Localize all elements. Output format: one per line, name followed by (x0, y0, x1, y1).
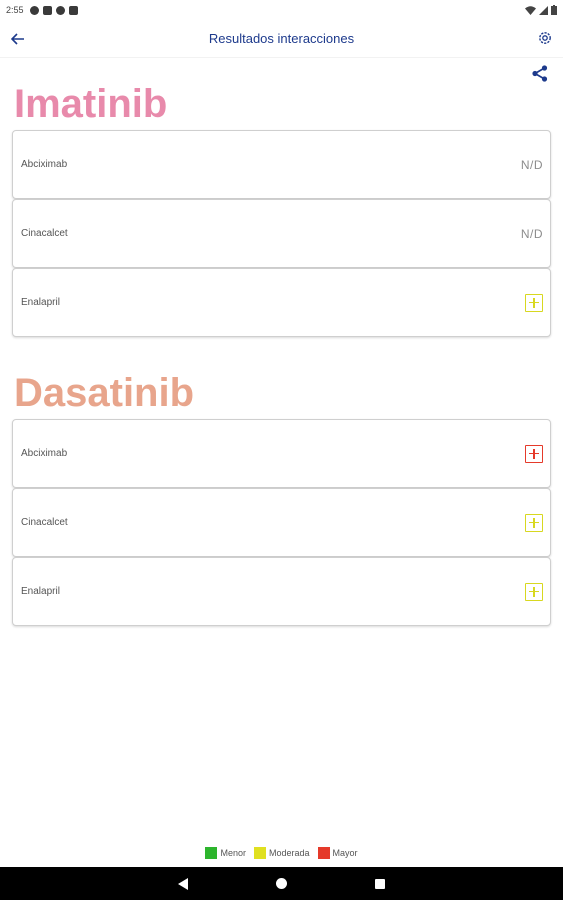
expand-plus-icon[interactable] (525, 444, 543, 463)
legend-item-moderada: Moderada (253, 847, 310, 859)
battery-icon (551, 5, 557, 15)
results-content: Imatinib Abciximab N/D Cinacalcet N/D En… (12, 78, 551, 656)
interaction-card[interactable]: Abciximab (12, 419, 551, 488)
back-button[interactable] (8, 29, 28, 49)
notification-a-icon (29, 5, 39, 15)
signal-icon (539, 5, 548, 15)
notification-c-icon (55, 5, 65, 15)
legend-item-menor: Menor (205, 847, 246, 859)
back-triangle-icon (178, 877, 188, 890)
legend-label: Moderada (268, 848, 310, 858)
interaction-card[interactable]: Enalapril (12, 557, 551, 626)
expand-plus-icon[interactable] (525, 513, 543, 532)
interaction-card[interactable]: Cinacalcet N/D (12, 199, 551, 268)
notification-b-icon (42, 5, 52, 15)
drug-group-dasatinib: Dasatinib Abciximab Cinacalcet Enalapril (12, 367, 551, 626)
legend-swatch (205, 847, 218, 859)
interaction-card[interactable]: Cinacalcet (12, 488, 551, 557)
interaction-name: Enalapril (21, 586, 60, 597)
legend-swatch (253, 847, 266, 859)
interaction-name: Cinacalcet (21, 228, 68, 239)
system-nav-bar (0, 867, 563, 900)
severity-legend: Menor Moderada Mayor (0, 845, 563, 861)
legend-label: Menor (220, 848, 246, 858)
legend-swatch (317, 847, 330, 859)
interaction-card[interactable]: Enalapril (12, 268, 551, 337)
nav-home-button[interactable] (272, 874, 292, 894)
drug-title: Dasatinib (14, 371, 195, 415)
sim-icon (68, 5, 78, 15)
gear-icon (539, 32, 551, 44)
legend-item-mayor: Mayor (317, 847, 358, 859)
drug-group-imatinib: Imatinib Abciximab N/D Cinacalcet N/D En… (12, 78, 551, 337)
interaction-card[interactable]: Abciximab N/D (12, 130, 551, 199)
interaction-name: Enalapril (21, 297, 60, 308)
status-right-icons (525, 5, 557, 15)
expand-plus-icon[interactable] (525, 293, 543, 312)
page-title: Resultados interacciones (208, 31, 355, 46)
expand-plus-icon[interactable] (525, 582, 543, 601)
interaction-name: Abciximab (21, 448, 68, 459)
drug-title: Imatinib (14, 82, 168, 126)
legend-label: Mayor (332, 848, 358, 858)
interaction-name: Cinacalcet (21, 517, 68, 528)
home-circle-icon (276, 878, 287, 889)
interaction-name: Abciximab (21, 159, 68, 170)
settings-button[interactable] (535, 28, 555, 48)
app-bar: Resultados interacciones (0, 20, 563, 58)
nav-recents-button[interactable] (370, 874, 390, 894)
interaction-value: N/D (520, 157, 543, 172)
status-bar: 2:55 (0, 0, 563, 20)
nav-back-button[interactable] (174, 874, 194, 894)
interaction-value: N/D (520, 226, 543, 241)
recents-square-icon (374, 878, 385, 889)
status-time: 2:55 (6, 5, 24, 15)
arrow-left-icon (11, 33, 24, 45)
wifi-icon (525, 5, 536, 15)
